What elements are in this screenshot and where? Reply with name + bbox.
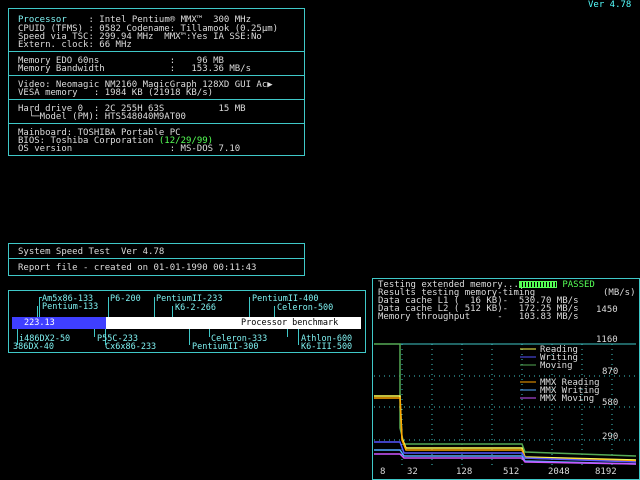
legend-label: MMX Moving	[540, 394, 594, 404]
divider	[9, 258, 304, 259]
benchmark-bar-track: 223.13 Processor benchmark	[12, 317, 361, 329]
more-arrow-icon: ▶	[267, 80, 273, 90]
benchmark-ref-label: Cx6x86-233	[105, 342, 157, 352]
x-tick: 32	[407, 467, 418, 477]
x-tick: 8	[380, 467, 385, 477]
clock-line: Extern. clock: 66 MHz	[18, 40, 132, 50]
benchmark-label: Processor benchmark	[241, 318, 339, 328]
legend-label: Moving	[540, 361, 573, 371]
benchmark-ref-label: PentiumII-300	[192, 342, 259, 352]
connector-line	[108, 297, 109, 317]
mmx-writing-curve	[374, 449, 637, 465]
connector-line	[287, 329, 288, 337]
divider	[9, 75, 304, 76]
benchmark-ref-label: Celeron-500	[277, 303, 334, 313]
x-tick: 8192	[595, 467, 617, 477]
connector-line	[37, 306, 38, 317]
x-tick: 2048	[548, 467, 570, 477]
divider	[9, 99, 304, 100]
connector-line	[172, 306, 173, 317]
memory-timing-graph: 1450 1160 870 580 290 Reading Writing Mo…	[374, 305, 637, 477]
memory-timing-panel: Testing extended memory... PASSED Result…	[372, 278, 640, 480]
vesa-line: VESA memory : 1984 KB (21918 KB/s)	[18, 88, 214, 98]
graph-legend	[520, 348, 536, 399]
benchmark-ref-label: 386DX-40	[13, 342, 54, 352]
connector-line	[154, 297, 155, 317]
benchmark-ref-label: K6-III-500	[301, 342, 353, 352]
system-info-panel: Processor : Intel Pentium® MMX™ 300 MHz …	[8, 8, 305, 156]
benchmark-ref-label: Pentium-133	[42, 302, 99, 312]
os-line: OS version : MS-DOS 7.10	[18, 144, 241, 154]
y-tick: 1450	[596, 305, 618, 315]
moving-curve	[374, 343, 637, 457]
benchmark-panel: Am5x86-133 P6-200 PentiumII-233 PentiumI…	[8, 290, 366, 353]
report-file-line: Report file - created on 01-01-1990 00:1…	[18, 263, 257, 273]
connector-line	[298, 329, 299, 345]
divider	[9, 51, 304, 52]
speed-test-panel: System Speed Test Ver 4.78 Report file -…	[8, 243, 305, 276]
connector-line	[249, 297, 250, 317]
connector-line	[189, 329, 190, 345]
speed-test-title: System Speed Test Ver 4.78	[18, 247, 165, 257]
benchmark-ref-label: P6-200	[110, 294, 141, 304]
version-label: Ver 4.78	[588, 0, 632, 10]
benchmark-ref-label: K6-2-266	[175, 303, 216, 313]
connector-line	[39, 297, 40, 317]
x-tick: 128	[456, 467, 472, 477]
bandwidth-line: Memory Bandwidth : 153.36 MB/s	[18, 64, 251, 74]
divider	[9, 123, 304, 124]
connector-line	[209, 329, 210, 337]
connector-line	[94, 329, 95, 337]
benchmark-score: 223.13	[24, 318, 55, 328]
model-line: └─Model (PM): HTS548040M9AT00	[18, 112, 186, 122]
x-tick: 512	[503, 467, 519, 477]
connector-line	[274, 306, 275, 317]
